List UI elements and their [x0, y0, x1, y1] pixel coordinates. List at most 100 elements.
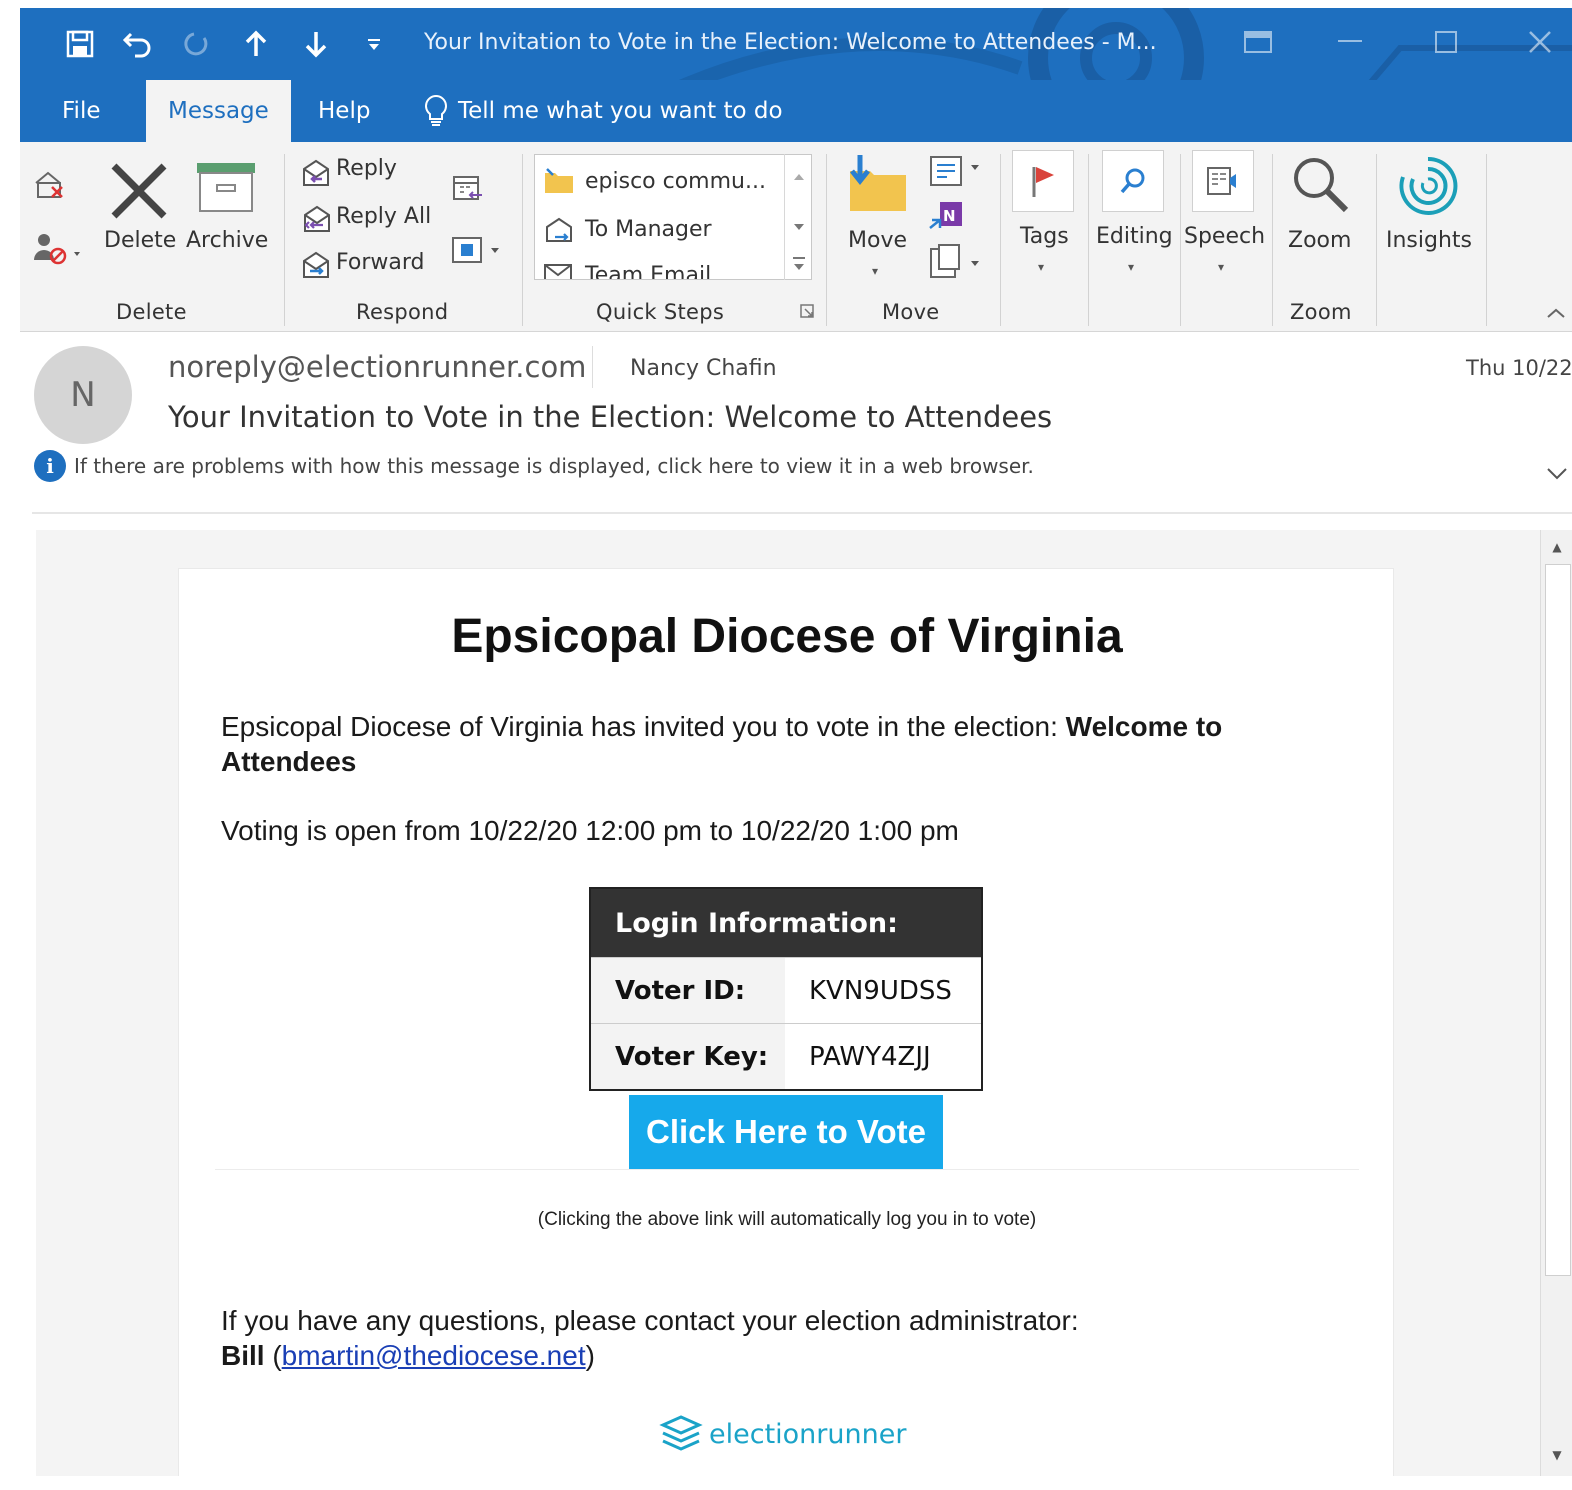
archive-button[interactable]: Archive — [186, 228, 268, 253]
more-respond-icon[interactable] — [450, 232, 504, 268]
team-email-icon — [544, 264, 572, 279]
to-manager-icon — [546, 217, 572, 242]
group-separator — [1088, 154, 1089, 326]
ribbon-display-options-icon[interactable] — [1238, 24, 1278, 60]
login-information-table: Login Information: Voter ID: KVN9UDSS Vo… — [589, 887, 983, 1091]
junk-icon[interactable] — [30, 228, 86, 268]
info-bar[interactable]: i If there are problems with how this me… — [34, 450, 1034, 482]
quick-steps-label: Quick Steps — [596, 300, 725, 324]
brand-name: electionrunner — [709, 1418, 907, 1450]
move-button[interactable]: Move — [848, 228, 907, 253]
quick-steps-scroll[interactable] — [784, 154, 812, 280]
tags-icon[interactable] — [1012, 150, 1074, 212]
meeting-reply-icon[interactable] — [450, 170, 486, 206]
quick-step-label: To Manager — [585, 216, 712, 242]
speech-button[interactable]: Speech — [1184, 224, 1265, 249]
tell-me-label: Tell me what you want to do — [458, 98, 783, 124]
group-separator — [826, 154, 827, 326]
insights-icon[interactable] — [1394, 152, 1462, 220]
group-separator — [522, 154, 523, 326]
undo-icon[interactable] — [120, 26, 156, 62]
delete-button[interactable]: Delete — [104, 228, 176, 253]
customize-toolbar-icon[interactable] — [356, 26, 392, 62]
group-separator — [1000, 154, 1001, 326]
archive-icon[interactable] — [194, 160, 258, 214]
electionrunner-logo-icon — [659, 1415, 703, 1451]
tell-me-search[interactable]: Tell me what you want to do — [424, 80, 783, 142]
reply-icon — [298, 154, 334, 190]
minimize-icon[interactable] — [1330, 24, 1370, 60]
contact-text: If you have any questions, please contac… — [221, 1305, 1079, 1336]
tags-button[interactable]: Tags — [1020, 224, 1069, 249]
scroll-up-icon[interactable]: ▲ — [1541, 532, 1572, 562]
scrollbar-thumb[interactable] — [1545, 564, 1571, 1276]
header-separator — [592, 346, 593, 388]
recipient-name[interactable]: Nancy Chafin — [630, 356, 777, 381]
delete-icon[interactable] — [106, 160, 172, 222]
collapse-ribbon-icon[interactable] — [1542, 302, 1570, 324]
avatar: N — [34, 346, 132, 444]
actions-icon[interactable] — [926, 242, 984, 282]
close-icon[interactable] — [1520, 24, 1560, 60]
next-item-icon[interactable] — [298, 26, 334, 62]
maximize-icon[interactable] — [1426, 24, 1466, 60]
reply-all-button[interactable]: Reply All — [336, 204, 431, 229]
editing-button[interactable]: Editing — [1096, 224, 1173, 249]
voter-id-value: KVN9UDSS — [809, 975, 952, 1006]
tab-help[interactable]: Help — [296, 80, 392, 142]
folder-icon — [545, 168, 573, 193]
insights-button[interactable]: Insights — [1386, 228, 1472, 253]
sender-address[interactable]: noreply@electionrunner.com — [168, 350, 586, 384]
quick-step-item[interactable]: episco commu... — [543, 161, 766, 201]
tab-message[interactable]: Message — [146, 80, 291, 142]
find-icon[interactable] — [1102, 150, 1164, 212]
save-icon[interactable] — [62, 26, 98, 62]
quick-step-label: Team Email — [585, 262, 712, 280]
move-group-label: Move — [882, 300, 940, 324]
chevron-down-icon[interactable]: ▾ — [1218, 260, 1224, 274]
table-row: Voter ID: KVN9UDSS — [591, 957, 981, 1023]
rules-icon[interactable] — [926, 150, 984, 190]
quick-step-item[interactable]: To Manager — [543, 209, 712, 249]
forward-button[interactable]: Forward — [336, 250, 424, 275]
move-icon[interactable] — [842, 152, 912, 214]
message-body: Epsicopal Diocese of Virginia Epsicopal … — [36, 530, 1540, 1476]
quick-step-item[interactable]: Team Email — [543, 255, 712, 280]
group-separator — [1376, 154, 1377, 326]
chevron-down-icon[interactable]: ▾ — [1128, 260, 1134, 274]
message-date: Thu 10/22 — [1466, 356, 1572, 380]
zoom-button[interactable]: Zoom — [1288, 228, 1351, 253]
message-scrollbar[interactable]: ▲ ▼ — [1540, 530, 1572, 1476]
voting-window: Voting is open from 10/22/20 12:00 pm to… — [221, 815, 959, 846]
contact-email-link[interactable]: bmartin@thediocese.net — [282, 1340, 586, 1371]
group-separator — [1180, 154, 1181, 326]
info-icon: i — [34, 450, 66, 482]
org-title: Epsicopal Diocese of Virginia — [451, 610, 1123, 663]
ribbon: Delete Archive Delete Reply Reply All Fo… — [20, 142, 1572, 332]
onenote-icon[interactable]: N — [926, 196, 966, 236]
reply-button[interactable]: Reply — [336, 156, 397, 181]
header-divider — [32, 512, 1572, 514]
fine-print: (Clicking the above link will automatica… — [537, 1209, 1037, 1230]
login-table-header: Login Information: — [591, 889, 981, 957]
brand-logo[interactable]: electionrunner — [659, 1413, 906, 1455]
chevron-down-icon[interactable]: ▾ — [872, 264, 878, 278]
dialog-launcher-icon[interactable] — [798, 302, 816, 320]
quick-step-label: episco commu... — [585, 168, 766, 194]
chevron-down-icon[interactable]: ▾ — [1038, 260, 1044, 274]
ribbon-tabs: File Message Help Tell me what you want … — [20, 80, 1572, 142]
invite-text: Epsicopal Diocese of Virginia has invite… — [221, 711, 1066, 742]
contact-paragraph: If you have any questions, please contac… — [221, 1303, 1079, 1373]
tab-file[interactable]: File — [40, 80, 123, 142]
previous-item-icon[interactable] — [238, 26, 274, 62]
message-header: N noreply@electionrunner.com Nancy Chafi… — [20, 332, 1572, 514]
read-aloud-icon[interactable] — [1192, 150, 1254, 212]
ignore-icon[interactable] — [30, 164, 70, 204]
scroll-down-icon[interactable]: ▼ — [1541, 1440, 1572, 1470]
reply-all-icon — [298, 200, 334, 236]
body-divider — [215, 1169, 1359, 1170]
zoom-icon[interactable] — [1288, 152, 1352, 216]
vote-button[interactable]: Click Here to Vote — [629, 1095, 943, 1169]
chevron-down-icon[interactable] — [1546, 462, 1568, 487]
title-bar: Your Invitation to Vote in the Election:… — [20, 8, 1572, 80]
